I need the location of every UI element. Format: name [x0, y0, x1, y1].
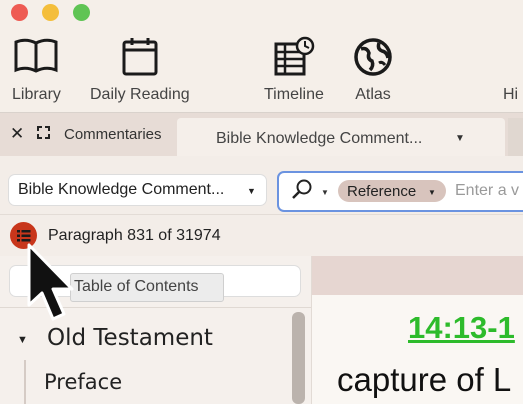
search-options-chevron-icon[interactable]: ▼: [321, 188, 329, 197]
expand-panel-icon[interactable]: [37, 126, 50, 139]
library-book-icon: [14, 38, 58, 73]
panel-name: Commentaries: [64, 126, 162, 143]
chevron-down-icon: ▼: [247, 186, 256, 196]
timeline-button[interactable]: Timeline: [264, 36, 324, 104]
daily-reading-label: Daily Reading: [90, 86, 190, 103]
next-tab-edge[interactable]: [508, 118, 523, 156]
tooltip-text: Table of Contents: [74, 278, 199, 295]
timeline-label: Timeline: [264, 86, 324, 103]
minimize-window-button[interactable]: [42, 4, 59, 21]
tab-menu-chevron-icon[interactable]: ▼: [455, 133, 465, 144]
library-label: Library: [12, 86, 61, 103]
highlighting-button[interactable]: Hi: [503, 36, 518, 104]
atlas-label: Atlas: [355, 86, 391, 103]
search-scope-label: Reference: [347, 183, 417, 200]
toc-scrollbar[interactable]: [292, 312, 305, 404]
zoom-window-button[interactable]: [73, 4, 90, 21]
content-header-band: [312, 256, 523, 295]
atlas-button[interactable]: Atlas: [352, 36, 394, 104]
mouse-pointer-icon: [27, 243, 74, 321]
calendar-icon: [122, 38, 158, 76]
reference-input-placeholder[interactable]: Enter a v: [455, 182, 519, 200]
search-icon[interactable]: [290, 178, 314, 202]
toc-item-old-testament[interactable]: Old Testament: [47, 325, 213, 351]
close-window-button[interactable]: [11, 4, 28, 21]
toc-item-preface[interactable]: Preface: [44, 370, 122, 394]
commentary-body-text: capture of L: [337, 361, 512, 398]
library-button[interactable]: Library: [12, 36, 61, 104]
verse-reference-heading[interactable]: 14:13-1: [408, 310, 515, 346]
chevron-down-icon: ▼: [428, 188, 436, 197]
tab-label: Bible Knowledge Comment...: [216, 130, 423, 147]
daily-reading-button[interactable]: Daily Reading: [90, 36, 190, 104]
disclosure-triangle-icon[interactable]: ▼: [17, 334, 28, 346]
resource-selector-label: Bible Knowledge Comment...: [18, 181, 225, 198]
timeline-icon: [274, 36, 315, 76]
globe-icon: [354, 38, 392, 76]
close-panel-icon[interactable]: ✕: [10, 124, 24, 144]
highlighting-label: Hi: [503, 86, 519, 103]
tree-guide-line: [24, 360, 26, 404]
